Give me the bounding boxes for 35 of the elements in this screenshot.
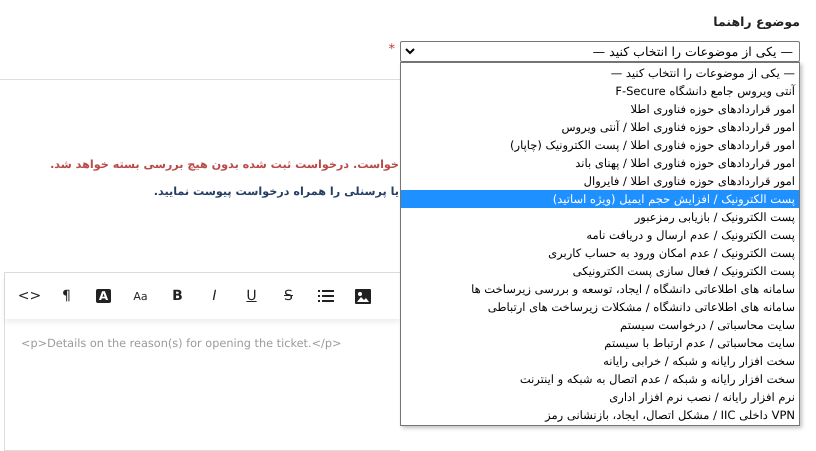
dropdown-option[interactable]: سخت افزار رایانه و شبکه / عدم اتصال به شبکه و اینترنت [401, 370, 799, 388]
dropdown-option[interactable]: آنتی ویروس جامع دانشگاه F-Secure [401, 82, 799, 100]
chevron-down-icon [405, 48, 415, 55]
dropdown-option[interactable]: امور قراردادهای حوزه فناوری اطلا [401, 100, 799, 118]
dropdown-option[interactable]: سامانه های اطلاعاتی دانشگاه / مشکلات زیرساخت های ارتباطی [401, 298, 799, 316]
bold-button[interactable]: B [159, 281, 196, 311]
field-label: موضوع راهنما [712, 14, 800, 31]
dropdown-option[interactable]: پست الکترونیک / فعال سازی پست الکترونیکی [401, 262, 799, 280]
code-view-button[interactable]: <> [11, 281, 48, 311]
warning-text: خواست. درخواست ثبت شده بدون هیچ بررسی بسته خواهد شد. [50, 158, 399, 171]
dropdown-option[interactable]: — یکی از موضوعات را انتخاب کنید — [401, 64, 799, 82]
dropdown-option[interactable]: سایت محاسباتی / درخواست سیستم [401, 316, 799, 334]
dropdown-option[interactable]: نرم افزار رایانه / نصب نرم افزار اداری [401, 388, 799, 406]
dropdown-option[interactable]: پست الکترونیک / بازیابی رمزعبور [401, 208, 799, 226]
italic-button[interactable]: I [196, 281, 233, 311]
paragraph-button[interactable]: ¶ [48, 281, 85, 311]
dropdown-option[interactable]: سخت افزار رایانه و شبکه / خرابی رایانه [401, 352, 799, 370]
notice-text: یا پرسنلی را همراه درخواست پیوست نمایید. [154, 185, 399, 198]
dropdown-option[interactable]: امور قراردادهای حوزه فناوری اطلا / آنتی ویروس [401, 118, 799, 136]
list-icon [318, 290, 334, 302]
dropdown-option[interactable]: امور قراردادهای حوزه فناوری اطلا / پهنای باند [401, 154, 799, 172]
underline-button[interactable]: U [233, 281, 270, 311]
dropdown-option[interactable]: سامانه های اطلاعاتی دانشگاه / ایجاد، توسعه و بررسی زیرساخت ها [401, 280, 799, 298]
font-size-button[interactable]: Aa [122, 281, 159, 311]
text-color-button[interactable]: A [85, 281, 122, 311]
dropdown-option[interactable]: پست الکترونیک / عدم امکان ورود به حساب کاربری [401, 244, 799, 262]
dropdown-option[interactable]: VPN داخلی IIC / مشکل اتصال، ایجاد، بازنشانی رمز [401, 406, 799, 424]
dropdown-option[interactable]: امور قراردادهای حوزه فناوری اطلا / فایروال [401, 172, 799, 190]
dropdown-option[interactable]: امور قراردادهای حوزه فناوری اطلا / پست الکترونیک (چاپار) [401, 136, 799, 154]
strikethrough-button[interactable]: S [270, 281, 307, 311]
dropdown-option[interactable]: سایت محاسباتی / عدم ارتباط با سیستم [401, 334, 799, 352]
required-asterisk: * [388, 41, 396, 59]
topic-select[interactable]: — یکی از موضوعات را انتخاب کنید — [400, 41, 800, 62]
image-icon [354, 288, 370, 304]
dropdown-option[interactable]: پست الکترونیک / عدم ارسال و دریافت نامه [401, 226, 799, 244]
